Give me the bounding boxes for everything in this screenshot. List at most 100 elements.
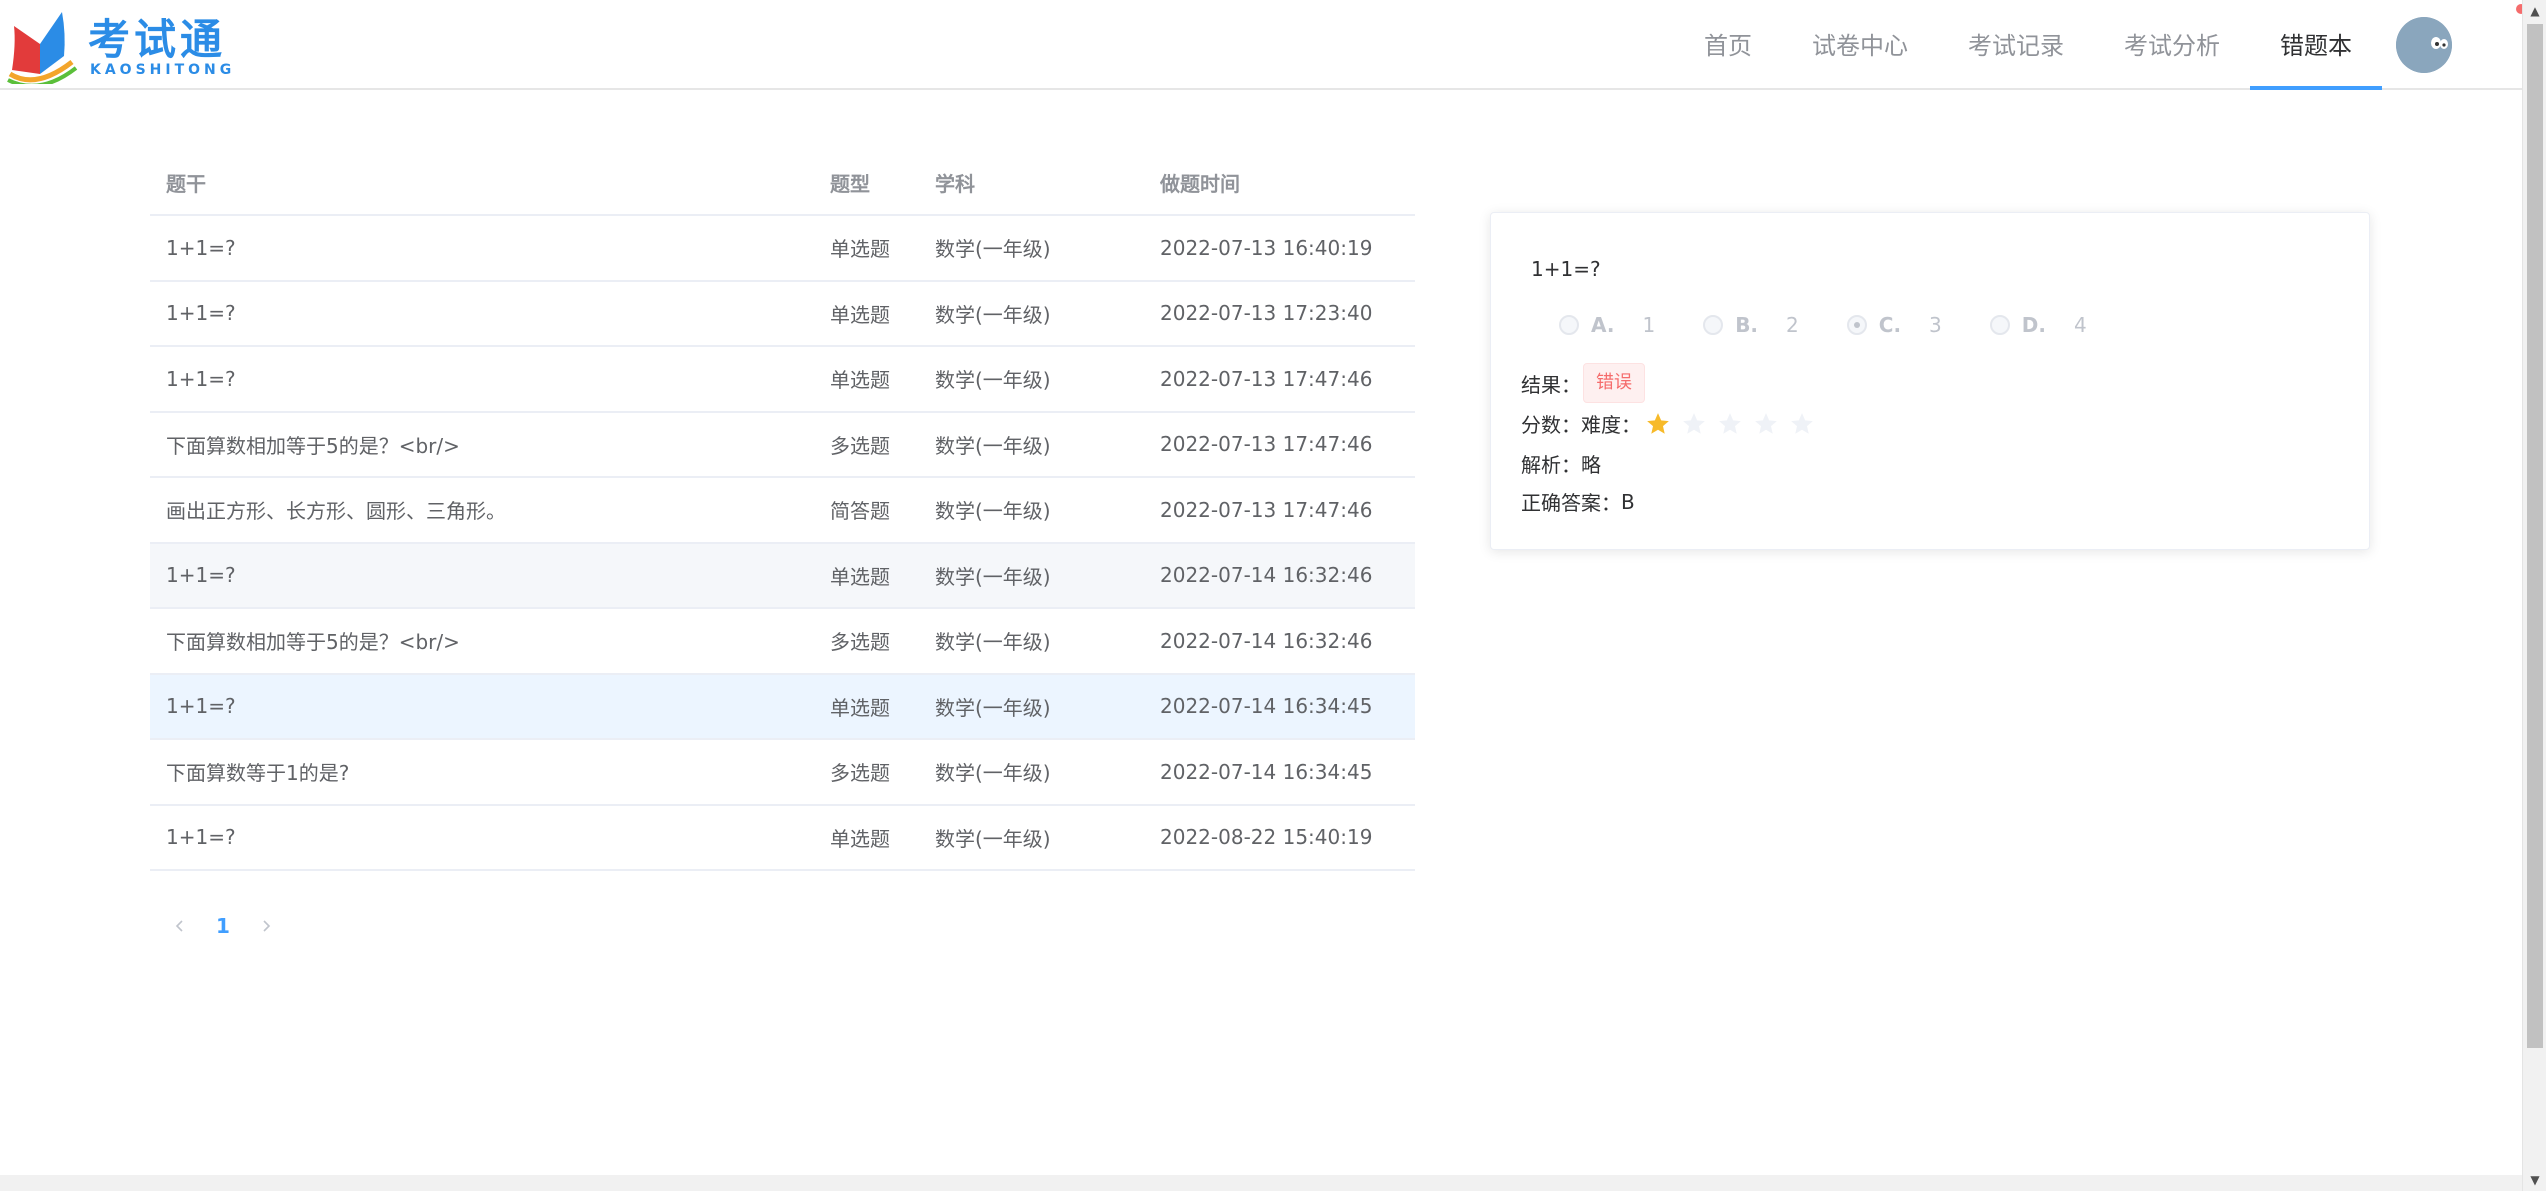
table-row[interactable]: 1+1=? 单选题 数学(一年级) 2022-07-14 16:34:45 bbox=[150, 674, 1415, 740]
cell-type: 单选题 bbox=[830, 368, 890, 393]
option-group: A. 1 B. 2 C. 3 D. 4 bbox=[1559, 307, 2135, 343]
header-time: 做题时间 bbox=[1160, 171, 1240, 196]
question-stem: 1+1=? bbox=[1531, 257, 1601, 281]
cell-type: 多选题 bbox=[830, 630, 890, 655]
avatar[interactable] bbox=[2396, 17, 2452, 73]
question-detail-card: 1+1=? A. 1 B. 2 C. 3 D. 4 结果： 错误 分数： 难度： bbox=[1490, 212, 2370, 550]
difficulty-rating bbox=[1645, 411, 1825, 437]
cell-time: 2022-07-13 16:40:19 bbox=[1160, 235, 1373, 260]
table-row[interactable]: 画出正方形、长方形、圆形、三角形。 简答题 数学(一年级) 2022-07-13 17… bbox=[150, 478, 1415, 544]
table-row[interactable]: 下面算数相加等于5的是？<br/> 多选题 数学(一年级) 2022-07-13 17… bbox=[150, 413, 1415, 478]
cell-type: 单选题 bbox=[830, 302, 890, 327]
analysis-label: 解析： bbox=[1521, 453, 1581, 477]
cell-stem: 1+1=? bbox=[166, 825, 236, 850]
result-label: 结果： bbox=[1521, 372, 1581, 397]
cell-subject: 数学(一年级) bbox=[935, 695, 1051, 720]
horizontal-scrollbar[interactable] bbox=[0, 1175, 2522, 1191]
option-a[interactable]: A. 1 bbox=[1559, 313, 1655, 337]
option-letter: B. bbox=[1735, 313, 1759, 337]
brand-logo[interactable]: 考试通 KAOSHITONG bbox=[6, 4, 236, 84]
brand-subtitle: KAOSHITONG bbox=[90, 62, 236, 78]
answer-line: 正确答案： B bbox=[1521, 487, 1635, 516]
cell-stem: 1+1=? bbox=[166, 301, 236, 326]
nav-item-exam-records[interactable]: 考试记录 bbox=[1938, 0, 2094, 90]
scroll-up-arrow-icon[interactable]: ▲ bbox=[2523, 0, 2546, 22]
star-icon[interactable] bbox=[1681, 411, 1707, 437]
option-text: 1 bbox=[1642, 313, 1656, 337]
cell-subject: 数学(一年级) bbox=[935, 499, 1051, 524]
cell-type: 多选题 bbox=[830, 433, 890, 458]
cell-stem: 画出正方形、长方形、圆形、三角形。 bbox=[166, 499, 506, 524]
cell-time: 2022-07-14 16:34:45 bbox=[1160, 694, 1373, 719]
table-row[interactable]: 1+1=? 单选题 数学(一年级) 2022-07-14 16:32:46 bbox=[150, 543, 1415, 609]
pagination: 1 bbox=[162, 906, 284, 946]
radio-b[interactable] bbox=[1703, 315, 1724, 335]
cell-subject: 数学(一年级) bbox=[935, 761, 1051, 786]
cell-subject: 数学(一年级) bbox=[935, 564, 1051, 589]
result-line: 结果： 错误 bbox=[1521, 363, 1645, 403]
score-label: 分数： bbox=[1521, 413, 1581, 437]
nav-item-paper-center[interactable]: 试卷中心 bbox=[1782, 0, 1938, 90]
cell-subject: 数学(一年级) bbox=[935, 302, 1051, 327]
top-header: 考试通 KAOSHITONG 首页 试卷中心 考试记录 考试分析 错题本 bbox=[0, 0, 2522, 90]
answer-label: 正确答案： bbox=[1521, 491, 1621, 515]
option-d[interactable]: D. 4 bbox=[1989, 313, 2087, 337]
next-page-button[interactable] bbox=[248, 908, 284, 944]
star-icon[interactable] bbox=[1789, 411, 1815, 437]
page-number[interactable]: 1 bbox=[198, 908, 248, 944]
cell-type: 多选题 bbox=[830, 761, 890, 786]
wrong-question-table: 题干 题型 学科 做题时间 1+1=? 单选题 数学(一年级) 2022-07-13 … bbox=[150, 150, 1415, 871]
user-menu[interactable] bbox=[2382, 0, 2472, 90]
star-icon[interactable] bbox=[1753, 411, 1779, 437]
cell-stem: 下面算数相加等于5的是？<br/> bbox=[166, 433, 460, 458]
table-row[interactable]: 下面算数等于1的是? 多选题 数学(一年级) 2022-07-14 16:34:45 bbox=[150, 740, 1415, 806]
cell-type: 单选题 bbox=[830, 826, 890, 851]
prev-page-button[interactable] bbox=[162, 908, 198, 944]
cell-stem: 1+1=? bbox=[166, 235, 236, 260]
result-tag: 错误 bbox=[1583, 363, 1645, 403]
nav-item-exam-analysis[interactable]: 考试分析 bbox=[2094, 0, 2250, 90]
header-type: 题型 bbox=[830, 171, 870, 196]
option-c[interactable]: C. 3 bbox=[1846, 313, 1942, 337]
cell-type: 简答题 bbox=[830, 499, 890, 524]
table-row[interactable]: 1+1=? 单选题 数学(一年级) 2022-08-22 15:40:19 bbox=[150, 806, 1415, 871]
radio-c[interactable] bbox=[1846, 315, 1867, 335]
star-icon[interactable] bbox=[1645, 411, 1671, 437]
nav-item-wrong-book[interactable]: 错题本 bbox=[2250, 0, 2382, 90]
cell-stem: 1+1=? bbox=[166, 366, 236, 391]
score-line: 分数： 难度： bbox=[1521, 409, 1825, 438]
option-letter: A. bbox=[1591, 313, 1615, 337]
header-stem: 题干 bbox=[166, 171, 206, 196]
cell-time: 2022-07-13 17:47:46 bbox=[1160, 432, 1373, 457]
option-b[interactable]: B. 2 bbox=[1703, 313, 1799, 337]
difficulty-label: 难度： bbox=[1581, 413, 1641, 437]
scroll-down-arrow-icon[interactable]: ▼ bbox=[2523, 1169, 2546, 1191]
book-logo-icon bbox=[7, 12, 78, 84]
table-header: 题干 题型 学科 做题时间 bbox=[150, 150, 1415, 216]
option-text: 3 bbox=[1929, 313, 1942, 337]
table-row[interactable]: 1+1=? 单选题 数学(一年级) 2022-07-13 17:23:40 bbox=[150, 282, 1415, 347]
radio-d[interactable] bbox=[1989, 315, 2010, 335]
option-text: 4 bbox=[2073, 313, 2087, 337]
vertical-scrollbar[interactable]: ▲ ▼ bbox=[2522, 0, 2546, 1191]
radio-a[interactable] bbox=[1559, 315, 1579, 335]
answer-value: B bbox=[1621, 489, 1635, 514]
table-row[interactable]: 1+1=? 单选题 数学(一年级) 2022-07-13 17:47:46 bbox=[150, 347, 1415, 413]
scroll-thumb[interactable] bbox=[2527, 24, 2543, 1048]
cell-stem: 1+1=? bbox=[166, 694, 236, 719]
nav-item-home[interactable]: 首页 bbox=[1674, 0, 1782, 90]
table-row[interactable]: 下面算数相加等于5的是？<br/> 多选题 数学(一年级) 2022-07-14 16… bbox=[150, 609, 1415, 675]
chevron-right-icon bbox=[263, 920, 271, 932]
cell-time: 2022-07-14 16:32:46 bbox=[1160, 628, 1373, 653]
cell-stem: 下面算数等于1的是? bbox=[166, 761, 350, 786]
cell-subject: 数学(一年级) bbox=[935, 433, 1051, 458]
main-nav: 首页 试卷中心 考试记录 考试分析 错题本 bbox=[1674, 0, 2472, 90]
option-letter: D. bbox=[2021, 313, 2046, 337]
table-row[interactable]: 1+1=? 单选题 数学(一年级) 2022-07-13 16:40:19 bbox=[150, 216, 1415, 282]
analysis-line: 解析： 略 bbox=[1521, 449, 1601, 478]
star-icon[interactable] bbox=[1717, 411, 1743, 437]
chevron-left-icon bbox=[175, 920, 183, 932]
cell-time: 2022-07-14 16:34:45 bbox=[1160, 759, 1373, 784]
option-letter: C. bbox=[1878, 313, 1902, 337]
cell-stem: 1+1=? bbox=[166, 563, 236, 588]
